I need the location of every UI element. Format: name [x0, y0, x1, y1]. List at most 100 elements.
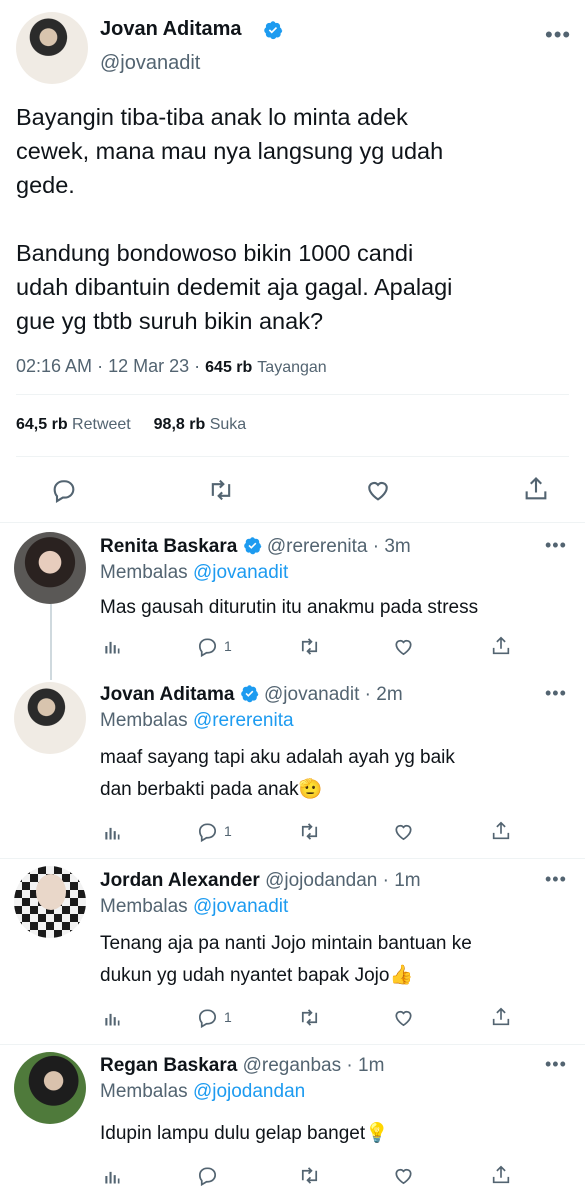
replying-to-prefix: Membalas [100, 896, 188, 917]
share-icon[interactable] [490, 1163, 512, 1187]
reply-text: Tenang aja pa nanti Jojo mintain bantuan… [100, 928, 575, 992]
tweet-text-line: gue yg tbtb suruh bikin anak? [16, 308, 324, 334]
like-count[interactable]: 98,8 rb [154, 416, 206, 433]
reply-avatar[interactable] [14, 682, 86, 754]
reply-count: 1 [224, 638, 232, 654]
reply-text: Mas gausah diturutin itu anakmu pada str… [100, 594, 570, 622]
reply-icon[interactable] [196, 1006, 219, 1029]
tweet-date[interactable]: 12 Mar 23 [108, 356, 189, 376]
verified-badge-icon [264, 21, 283, 40]
reply-author-name[interactable]: Regan Baskara [100, 1055, 237, 1076]
tweet-text-line: Bayangin tiba-tiba anak lo minta adek [16, 104, 408, 130]
retweet-icon[interactable] [296, 1006, 323, 1029]
reply-icon[interactable] [50, 476, 78, 504]
reply-author-name[interactable]: Renita Baskara [100, 536, 237, 557]
reply-count: 1 [224, 823, 232, 839]
reply-header: Jordan Alexander @jojodandan · 1m [100, 870, 421, 891]
replying-to: Membalas @jojodandan [100, 1081, 305, 1103]
reply-avatar[interactable] [14, 532, 86, 604]
analytics-icon[interactable] [102, 822, 122, 842]
retweet-icon[interactable] [296, 820, 323, 843]
tweet-text-line [16, 202, 576, 236]
tweet-views-count[interactable]: 645 rb [205, 359, 252, 376]
heart-icon[interactable] [392, 1006, 415, 1029]
more-icon[interactable]: ••• [545, 869, 567, 890]
author-avatar[interactable] [16, 12, 88, 84]
replying-to-prefix: Membalas [100, 562, 188, 583]
analytics-icon[interactable] [102, 1008, 122, 1028]
reply-text-line: Idupin lampu dulu gelap banget💡 [100, 1123, 389, 1144]
tweet-text-line: gede. [16, 172, 75, 198]
reply-text-line: dukun yg udah nyantet bapak Jojo👍 [100, 965, 414, 986]
analytics-icon[interactable] [102, 1166, 122, 1186]
heart-icon[interactable] [364, 476, 392, 504]
share-icon[interactable] [490, 1005, 512, 1029]
divider [16, 456, 569, 457]
tweet-text-line: udah dibantuin dedemit aja gagal. Apalag… [16, 274, 453, 300]
retweet-icon[interactable] [296, 1164, 323, 1187]
verified-badge-icon [243, 537, 261, 555]
reply-author-name[interactable]: Jovan Aditama [100, 684, 234, 705]
heart-icon[interactable] [392, 635, 415, 658]
reply-avatar[interactable] [14, 1052, 86, 1124]
divider [0, 1044, 585, 1045]
tweet-views-label: Tayangan [257, 359, 327, 376]
divider [16, 394, 569, 395]
reply-icon[interactable] [196, 1164, 219, 1187]
reply-text: Idupin lampu dulu gelap banget💡 [100, 1120, 570, 1148]
more-icon[interactable]: ••• [545, 683, 567, 704]
reply-text-line: maaf sayang tapi aku adalah ayah yg baik [100, 747, 455, 768]
reply-icon[interactable] [196, 820, 219, 843]
reply-header: Jovan Aditama @jovanadit · 2m [100, 684, 403, 705]
retweet-icon[interactable] [296, 635, 323, 658]
author-name[interactable]: Jovan Aditama [100, 18, 242, 41]
replying-to-handle[interactable]: @jovanadit [193, 562, 288, 583]
divider [0, 858, 585, 859]
reply-header: Renita Baskara @rererenita · 3m [100, 536, 411, 557]
reply-icon[interactable] [196, 635, 219, 658]
retweet-label[interactable]: Retweet [72, 416, 131, 433]
tweet-stats: 64,5 rb Retweet 98,8 rb Suka [16, 416, 246, 434]
share-icon[interactable] [490, 819, 512, 843]
retweet-icon[interactable] [204, 476, 238, 504]
reply-time[interactable]: 1m [358, 1055, 384, 1076]
reply-handle[interactable]: @rererenita [267, 536, 368, 557]
replying-to-handle[interactable]: @rererenita [193, 710, 294, 731]
replying-to: Membalas @jovanadit [100, 562, 288, 584]
reply-avatar[interactable] [14, 866, 86, 938]
tweet-meta: 02:16 AM · 12 Mar 23 · 645 rb Tayangan [16, 356, 327, 376]
like-label[interactable]: Suka [210, 416, 246, 433]
tweet-text-line: cewek, mana mau nya langsung yg udah [16, 138, 444, 164]
reply-author-name[interactable]: Jordan Alexander [100, 870, 260, 891]
reply-time[interactable]: 1m [394, 870, 420, 891]
share-icon[interactable] [522, 474, 550, 504]
verified-badge-icon [240, 685, 259, 703]
reply-text-line: Tenang aja pa nanti Jojo mintain bantuan… [100, 933, 472, 954]
reply-handle[interactable]: @reganbas [243, 1055, 342, 1076]
reply-text-line: Mas gausah diturutin itu anakmu pada str… [100, 597, 479, 618]
heart-icon[interactable] [392, 820, 415, 843]
replying-to: Membalas @rererenita [100, 710, 294, 732]
more-icon[interactable]: ••• [545, 535, 567, 556]
more-icon[interactable]: ••• [545, 1054, 567, 1075]
reply-header: Regan Baskara @reganbas · 1m [100, 1055, 385, 1076]
replying-to-handle[interactable]: @jovanadit [193, 896, 288, 917]
reply-time[interactable]: 2m [376, 684, 402, 705]
reply-text: maaf sayang tapi aku adalah ayah yg baik… [100, 742, 570, 806]
divider [0, 522, 585, 523]
thread-line [50, 604, 52, 680]
author-handle[interactable]: @jovanadit [100, 52, 200, 75]
analytics-icon[interactable] [102, 636, 122, 656]
retweet-count[interactable]: 64,5 rb [16, 416, 68, 433]
tweet-time[interactable]: 02:16 AM [16, 356, 92, 376]
reply-count: 1 [224, 1009, 232, 1025]
tweet-text-line: Bandung bondowoso bikin 1000 candi [16, 240, 414, 266]
replying-to-prefix: Membalas [100, 1081, 188, 1102]
replying-to-handle[interactable]: @jojodandan [193, 1081, 305, 1102]
share-icon[interactable] [490, 634, 512, 658]
more-icon[interactable]: ••• [545, 22, 571, 48]
heart-icon[interactable] [392, 1164, 415, 1187]
reply-time[interactable]: 3m [384, 536, 410, 557]
reply-handle[interactable]: @jojodandan [265, 870, 377, 891]
reply-handle[interactable]: @jovanadit [264, 684, 359, 705]
